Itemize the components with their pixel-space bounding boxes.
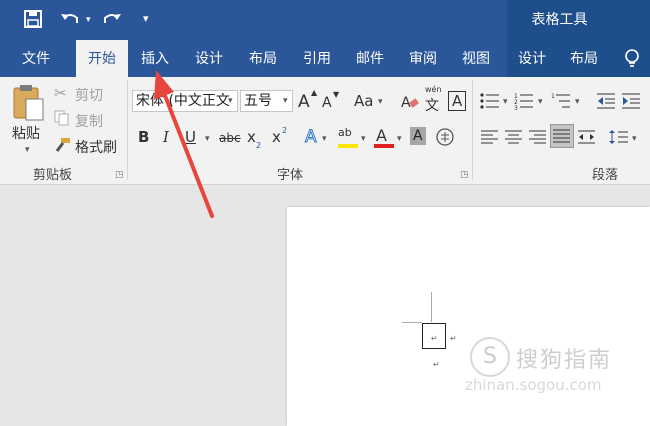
font-launcher-icon[interactable]: ◳ <box>460 170 469 180</box>
format-painter-button[interactable]: 格式刷 <box>75 137 117 157</box>
tab-references[interactable]: 引用 <box>303 48 331 68</box>
undo-icon[interactable] <box>60 10 80 32</box>
context-group-title: 表格工具 <box>531 12 588 28</box>
distributed-icon[interactable] <box>578 129 596 149</box>
cut-button[interactable]: 剪切 <box>75 85 103 105</box>
customize-toolbar-icon[interactable]: ▾ <box>143 12 149 25</box>
clipboard-launcher-icon[interactable]: ◳ <box>115 170 124 180</box>
numbering-icon[interactable]: 123 <box>514 92 534 114</box>
copy-icon[interactable] <box>54 110 70 130</box>
tab-mailings[interactable]: 邮件 <box>356 48 384 68</box>
svg-text:1: 1 <box>551 93 555 100</box>
strikethrough-button[interactable]: abc <box>219 131 241 145</box>
highlight-dropdown-icon[interactable]: ▾ <box>361 134 366 144</box>
font-color-dropdown-icon[interactable]: ▾ <box>397 134 402 144</box>
enclose-characters-icon[interactable] <box>435 127 455 151</box>
bullets-dropdown-icon[interactable]: ▾ <box>503 97 508 107</box>
bullets-icon[interactable] <box>480 92 500 114</box>
tab-view[interactable]: 视图 <box>462 48 490 68</box>
justify-icon[interactable] <box>550 124 574 148</box>
font-color-bar <box>374 144 394 148</box>
group-separator <box>127 80 128 180</box>
cut-icon[interactable]: ✂ <box>54 84 67 102</box>
font-color-button[interactable]: A <box>376 126 387 145</box>
highlight-color-bar <box>338 144 358 148</box>
font-group-label: 字体 <box>277 168 304 183</box>
phonetic-guide-top: wén <box>425 85 442 94</box>
character-border-button[interactable]: A <box>448 91 467 111</box>
paragraph-mark: ↵ <box>433 360 440 369</box>
character-shading-button[interactable]: A <box>410 127 426 145</box>
svg-text:3: 3 <box>514 105 518 110</box>
font-size-dropdown-icon[interactable]: ▾ <box>283 96 288 106</box>
tab-insert[interactable]: 插入 <box>141 48 169 68</box>
multilevel-list-icon[interactable]: 1 <box>551 92 571 114</box>
superscript-button[interactable]: x <box>272 128 281 146</box>
decrease-indent-icon[interactable] <box>596 92 616 114</box>
text-effects-dropdown-icon[interactable]: ▾ <box>322 134 327 144</box>
undo-dropdown-icon[interactable]: ▾ <box>86 15 91 25</box>
format-painter-icon[interactable] <box>54 137 71 157</box>
multilevel-list-dropdown-icon[interactable]: ▾ <box>575 97 580 107</box>
highlight-button[interactable]: ab <box>338 126 352 139</box>
annotation-arrow <box>154 70 214 218</box>
line-spacing-icon[interactable] <box>609 129 629 149</box>
shrink-font-arrow-icon: ▼ <box>333 90 340 99</box>
tab-table-layout[interactable]: 布局 <box>570 48 598 68</box>
paragraph-group-label: 段落 <box>592 168 619 183</box>
subscript-mark: 2 <box>256 141 262 150</box>
align-left-icon[interactable] <box>481 129 499 149</box>
watermark-text: 搜狗指南 <box>516 348 613 373</box>
lightbulb-icon[interactable] <box>624 49 640 73</box>
cell-end-mark: ↵ <box>431 334 438 343</box>
clipboard-group-label: 剪贴板 <box>33 168 73 183</box>
font-name-dropdown-icon[interactable]: ▾ <box>228 96 233 106</box>
clear-formatting-icon[interactable]: A <box>401 92 419 114</box>
text-effects-button[interactable]: A <box>305 127 318 148</box>
save-icon[interactable] <box>24 10 42 32</box>
watermark-logo-icon: S <box>470 337 510 377</box>
paste-icon[interactable] <box>11 83 45 125</box>
shrink-font-button[interactable]: A <box>322 95 332 111</box>
margin-corner-vertical <box>431 292 432 322</box>
watermark-url: zhinan.sogou.com <box>465 376 602 394</box>
grow-font-button[interactable]: A <box>298 92 310 112</box>
margin-corner-horizontal <box>402 322 422 323</box>
align-right-icon[interactable] <box>529 129 547 149</box>
tab-layout[interactable]: 布局 <box>249 48 277 68</box>
change-case-button[interactable]: Aa <box>354 92 373 110</box>
group-separator <box>472 80 473 180</box>
bold-button[interactable]: B <box>138 128 149 146</box>
tab-table-design[interactable]: 设计 <box>518 48 546 68</box>
copy-button[interactable]: 复制 <box>75 111 103 131</box>
grow-font-arrow-icon: ▲ <box>311 88 318 97</box>
tab-design[interactable]: 设计 <box>195 48 223 68</box>
tab-review[interactable]: 审阅 <box>409 48 437 68</box>
align-center-icon[interactable] <box>505 129 523 149</box>
change-case-dropdown-icon[interactable]: ▾ <box>378 97 383 107</box>
superscript-mark: 2 <box>282 126 288 135</box>
subscript-button[interactable]: x <box>247 128 256 146</box>
tab-file[interactable]: 文件 <box>22 48 50 68</box>
tab-home[interactable]: 开始 <box>76 40 128 78</box>
font-size-value: 五号 <box>244 93 272 109</box>
redo-icon[interactable] <box>102 10 122 32</box>
row-end-mark: ↵ <box>450 334 457 343</box>
paste-button[interactable]: 粘贴 <box>12 123 40 143</box>
increase-indent-icon[interactable] <box>621 92 641 114</box>
numbering-dropdown-icon[interactable]: ▾ <box>538 97 543 107</box>
line-spacing-dropdown-icon[interactable]: ▾ <box>632 134 637 144</box>
phonetic-guide-button[interactable]: 文 <box>425 95 439 115</box>
paste-dropdown-icon[interactable]: ▾ <box>25 145 30 155</box>
